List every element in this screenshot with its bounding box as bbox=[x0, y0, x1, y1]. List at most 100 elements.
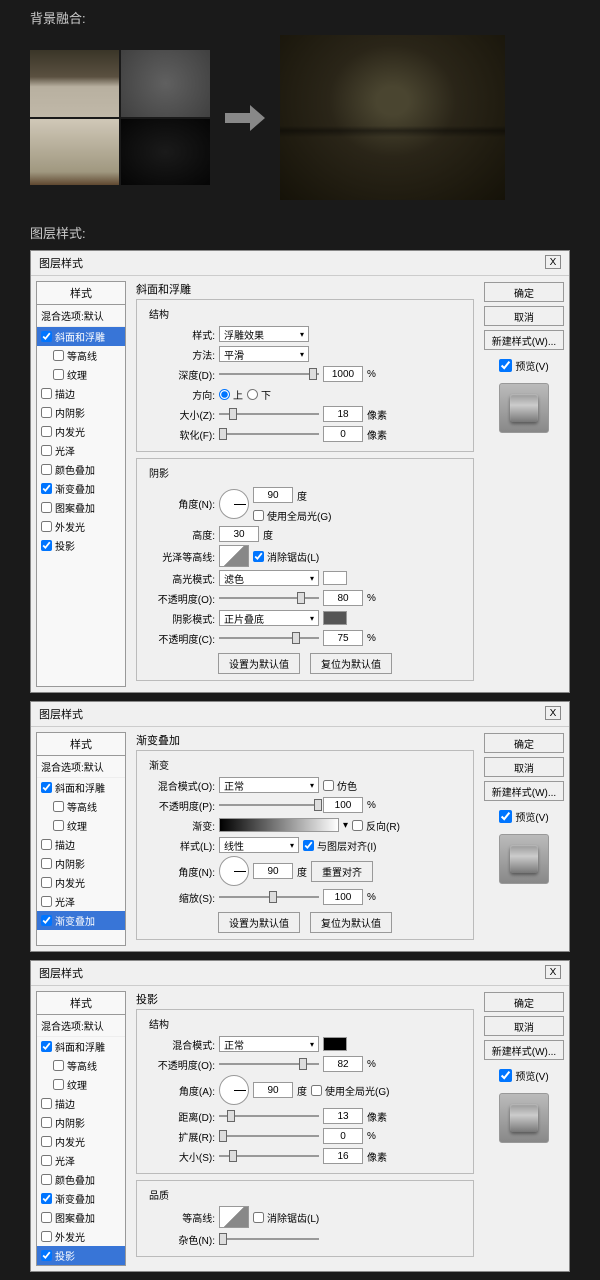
hl-opacity-input[interactable] bbox=[323, 590, 363, 606]
bevel-technique-combo[interactable]: 平滑▾ bbox=[219, 346, 309, 362]
blend-options[interactable]: 混合选项:默认 bbox=[37, 756, 125, 778]
bevel-checkbox[interactable] bbox=[41, 331, 52, 342]
close-button[interactable]: X bbox=[545, 706, 561, 720]
dither-check[interactable]: 仿色 bbox=[323, 778, 357, 793]
shadow-angle-input[interactable] bbox=[253, 1082, 293, 1098]
grad-opacity-slider[interactable] bbox=[219, 798, 319, 812]
style-inner-shadow[interactable]: 内阴影 bbox=[37, 1113, 125, 1132]
hl-opacity-slider[interactable] bbox=[219, 591, 319, 605]
grad-angle-input[interactable] bbox=[253, 863, 293, 879]
style-satin[interactable]: 光泽 bbox=[37, 441, 125, 460]
antialias-check[interactable]: 消除锯齿(L) bbox=[253, 1210, 319, 1225]
close-button[interactable]: X bbox=[545, 255, 561, 269]
highlight-color-swatch[interactable] bbox=[323, 571, 347, 585]
style-drop-shadow[interactable]: 投影 bbox=[37, 1246, 125, 1265]
new-style-button[interactable]: 新建样式(W)... bbox=[484, 781, 564, 801]
direction-up[interactable]: 上 bbox=[219, 387, 243, 402]
style-color-overlay[interactable]: 颜色叠加 bbox=[37, 460, 125, 479]
satin-checkbox[interactable] bbox=[41, 445, 52, 456]
depth-slider[interactable] bbox=[219, 367, 319, 381]
shadow-mode-combo[interactable]: 正片叠底▾ bbox=[219, 610, 319, 626]
antialias-check[interactable]: 消除锯齿(L) bbox=[253, 549, 319, 564]
shadow-color-swatch[interactable] bbox=[323, 1037, 347, 1051]
outer-glow-checkbox[interactable] bbox=[41, 521, 52, 532]
make-default-button[interactable]: 设置为默认值 bbox=[218, 912, 300, 933]
shadow-opacity-slider[interactable] bbox=[219, 1057, 319, 1071]
soften-input[interactable] bbox=[323, 426, 363, 442]
grad-scale-input[interactable] bbox=[323, 889, 363, 905]
style-inner-glow[interactable]: 内发光 bbox=[37, 873, 125, 892]
grad-angle-dial[interactable] bbox=[219, 856, 249, 886]
style-texture[interactable]: 纹理 bbox=[37, 816, 125, 835]
direction-down[interactable]: 下 bbox=[247, 387, 271, 402]
contour-checkbox[interactable] bbox=[53, 350, 64, 361]
style-inner-glow[interactable]: 内发光 bbox=[37, 422, 125, 441]
pattern-overlay-checkbox[interactable] bbox=[41, 502, 52, 513]
styles-header[interactable]: 样式 bbox=[37, 992, 125, 1015]
style-pattern-overlay[interactable]: 图案叠加 bbox=[37, 1208, 125, 1227]
style-stroke[interactable]: 描边 bbox=[37, 835, 125, 854]
style-gradient-overlay[interactable]: 渐变叠加 bbox=[37, 1189, 125, 1208]
reset-default-button[interactable]: 复位为默认值 bbox=[310, 912, 392, 933]
style-pattern-overlay[interactable]: 图案叠加 bbox=[37, 498, 125, 517]
style-satin[interactable]: 光泽 bbox=[37, 892, 125, 911]
shadow-size-input[interactable] bbox=[323, 1148, 363, 1164]
style-gradient-overlay[interactable]: 渐变叠加 bbox=[37, 479, 125, 498]
gradient-overlay-checkbox[interactable] bbox=[41, 483, 52, 494]
contour-picker[interactable] bbox=[219, 1206, 249, 1228]
style-stroke[interactable]: 描边 bbox=[37, 384, 125, 403]
shadow-size-slider[interactable] bbox=[219, 1149, 319, 1163]
sh-opacity-input[interactable] bbox=[323, 630, 363, 646]
grad-scale-slider[interactable] bbox=[219, 890, 319, 904]
style-gradient-overlay[interactable]: 渐变叠加 bbox=[37, 911, 125, 930]
close-button[interactable]: X bbox=[545, 965, 561, 979]
style-inner-shadow[interactable]: 内阴影 bbox=[37, 854, 125, 873]
size-slider[interactable] bbox=[219, 407, 319, 421]
grad-blend-combo[interactable]: 正常▾ bbox=[219, 777, 319, 793]
reset-default-button[interactable]: 复位为默认值 bbox=[310, 653, 392, 674]
shadow-opacity-input[interactable] bbox=[323, 1056, 363, 1072]
reverse-check[interactable]: 反向(R) bbox=[352, 818, 400, 833]
use-global-light[interactable]: 使用全局光(G) bbox=[253, 508, 331, 523]
style-drop-shadow[interactable]: 投影 bbox=[37, 536, 125, 555]
style-bevel[interactable]: 斜面和浮雕 bbox=[37, 778, 125, 797]
style-satin[interactable]: 光泽 bbox=[37, 1151, 125, 1170]
angle-input[interactable] bbox=[253, 487, 293, 503]
gradient-picker[interactable] bbox=[219, 818, 339, 832]
sh-opacity-slider[interactable] bbox=[219, 631, 319, 645]
highlight-mode-combo[interactable]: 滤色▾ bbox=[219, 570, 319, 586]
size-input[interactable] bbox=[323, 406, 363, 422]
style-contour[interactable]: 等高线 bbox=[37, 1056, 125, 1075]
style-inner-glow[interactable]: 内发光 bbox=[37, 1132, 125, 1151]
noise-slider[interactable] bbox=[219, 1232, 319, 1246]
soften-slider[interactable] bbox=[219, 427, 319, 441]
chevron-down-icon[interactable]: ▾ bbox=[343, 820, 348, 831]
use-global-light[interactable]: 使用全局光(G) bbox=[311, 1083, 389, 1098]
preview-check[interactable]: 预览(V) bbox=[499, 358, 548, 373]
inner-shadow-checkbox[interactable] bbox=[41, 407, 52, 418]
style-stroke[interactable]: 描边 bbox=[37, 1094, 125, 1113]
reset-align-button[interactable]: 重置对齐 bbox=[311, 861, 373, 882]
altitude-input[interactable] bbox=[219, 526, 259, 542]
style-outer-glow[interactable]: 外发光 bbox=[37, 517, 125, 536]
style-contour[interactable]: 等高线 bbox=[37, 797, 125, 816]
shadow-color-swatch[interactable] bbox=[323, 611, 347, 625]
style-bevel[interactable]: 斜面和浮雕 bbox=[37, 327, 125, 346]
style-inner-shadow[interactable]: 内阴影 bbox=[37, 403, 125, 422]
styles-header[interactable]: 样式 bbox=[37, 733, 125, 756]
cancel-button[interactable]: 取消 bbox=[484, 306, 564, 326]
make-default-button[interactable]: 设置为默认值 bbox=[218, 653, 300, 674]
ok-button[interactable]: 确定 bbox=[484, 733, 564, 753]
align-check[interactable]: 与图层对齐(I) bbox=[303, 838, 376, 853]
shadow-angle-dial[interactable] bbox=[219, 1075, 249, 1105]
spread-slider[interactable] bbox=[219, 1129, 319, 1143]
styles-header[interactable]: 样式 bbox=[37, 282, 125, 305]
distance-input[interactable] bbox=[323, 1108, 363, 1124]
style-bevel[interactable]: 斜面和浮雕 bbox=[37, 1037, 125, 1056]
ok-button[interactable]: 确定 bbox=[484, 282, 564, 302]
style-texture[interactable]: 纹理 bbox=[37, 1075, 125, 1094]
cancel-button[interactable]: 取消 bbox=[484, 1016, 564, 1036]
inner-glow-checkbox[interactable] bbox=[41, 426, 52, 437]
distance-slider[interactable] bbox=[219, 1109, 319, 1123]
new-style-button[interactable]: 新建样式(W)... bbox=[484, 330, 564, 350]
